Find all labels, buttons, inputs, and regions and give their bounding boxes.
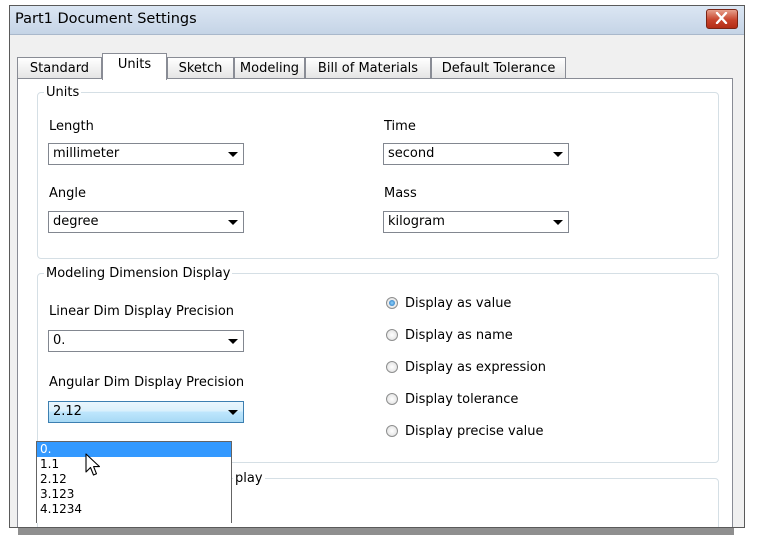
- tab-standard[interactable]: Standard: [17, 57, 102, 79]
- angular-precision-label: Angular Dim Display Precision: [49, 375, 245, 390]
- close-button[interactable]: [706, 9, 738, 29]
- tab-default-tolerance[interactable]: Default Tolerance: [431, 57, 566, 79]
- radio-button[interactable]: [386, 425, 398, 437]
- radio-button[interactable]: [386, 393, 398, 405]
- angular-precision-select[interactable]: 2.12: [48, 401, 244, 423]
- radio-button[interactable]: [386, 297, 398, 309]
- linear-precision-label: Linear Dim Display Precision: [49, 304, 235, 319]
- dropdown-option[interactable]: 1.1: [37, 457, 231, 472]
- radio-label: Display as expression: [405, 360, 547, 375]
- radio-button[interactable]: [386, 329, 398, 341]
- mass-label: Mass: [384, 186, 417, 201]
- dropdown-option[interactable]: 0.: [37, 442, 231, 457]
- window-title: Part1 Document Settings: [15, 11, 197, 27]
- linear-precision-value: 0.: [53, 333, 66, 348]
- chevron-down-icon: [228, 339, 238, 344]
- tab-bill-of-materials[interactable]: Bill of Materials: [305, 57, 431, 79]
- radio-label: Display as name: [405, 328, 513, 343]
- tab-units[interactable]: Units: [102, 53, 167, 80]
- time-select[interactable]: second: [383, 143, 569, 165]
- dropdown-option[interactable]: 4.1234: [37, 502, 231, 517]
- modeling-group-legend: Modeling Dimension Display: [46, 266, 231, 281]
- chevron-down-icon: [228, 152, 238, 157]
- angular-precision-value: 2.12: [53, 404, 82, 419]
- length-select[interactable]: millimeter: [48, 143, 244, 165]
- chevron-down-icon: [228, 410, 238, 415]
- partial-group-legend: play: [235, 471, 263, 486]
- title-bar[interactable]: Part1 Document Settings: [10, 6, 744, 35]
- units-group-legend: Units: [46, 85, 80, 100]
- chevron-down-icon: [553, 220, 563, 225]
- time-label: Time: [384, 119, 416, 134]
- chevron-down-icon: [553, 152, 563, 157]
- angle-select[interactable]: degree: [48, 211, 244, 233]
- radio-button[interactable]: [386, 361, 398, 373]
- dropdown-option[interactable]: 3.123: [37, 487, 231, 502]
- chevron-down-icon: [228, 220, 238, 225]
- mass-select[interactable]: kilogram: [383, 211, 569, 233]
- angle-label: Angle: [49, 186, 86, 201]
- linear-precision-select[interactable]: 0.: [48, 330, 244, 352]
- tab-sketch[interactable]: Sketch: [167, 57, 234, 79]
- length-label: Length: [49, 119, 94, 134]
- close-icon: [715, 12, 728, 24]
- dropdown-option[interactable]: 2.12: [37, 472, 231, 487]
- angle-select-value: degree: [53, 214, 99, 229]
- time-select-value: second: [388, 146, 435, 161]
- tab-modeling[interactable]: Modeling: [234, 57, 305, 79]
- radio-label: Display as value: [405, 296, 512, 311]
- length-select-value: millimeter: [53, 146, 120, 161]
- radio-label: Display precise value: [405, 424, 544, 439]
- mass-select-value: kilogram: [388, 214, 445, 229]
- mouse-pointer-icon: [85, 453, 101, 476]
- angular-precision-dropdown-list[interactable]: 0. 1.1 2.12 3.123 4.1234: [36, 441, 232, 523]
- radio-label: Display tolerance: [405, 392, 519, 407]
- modeling-dimension-group: Modeling Dimension Display: [37, 266, 719, 463]
